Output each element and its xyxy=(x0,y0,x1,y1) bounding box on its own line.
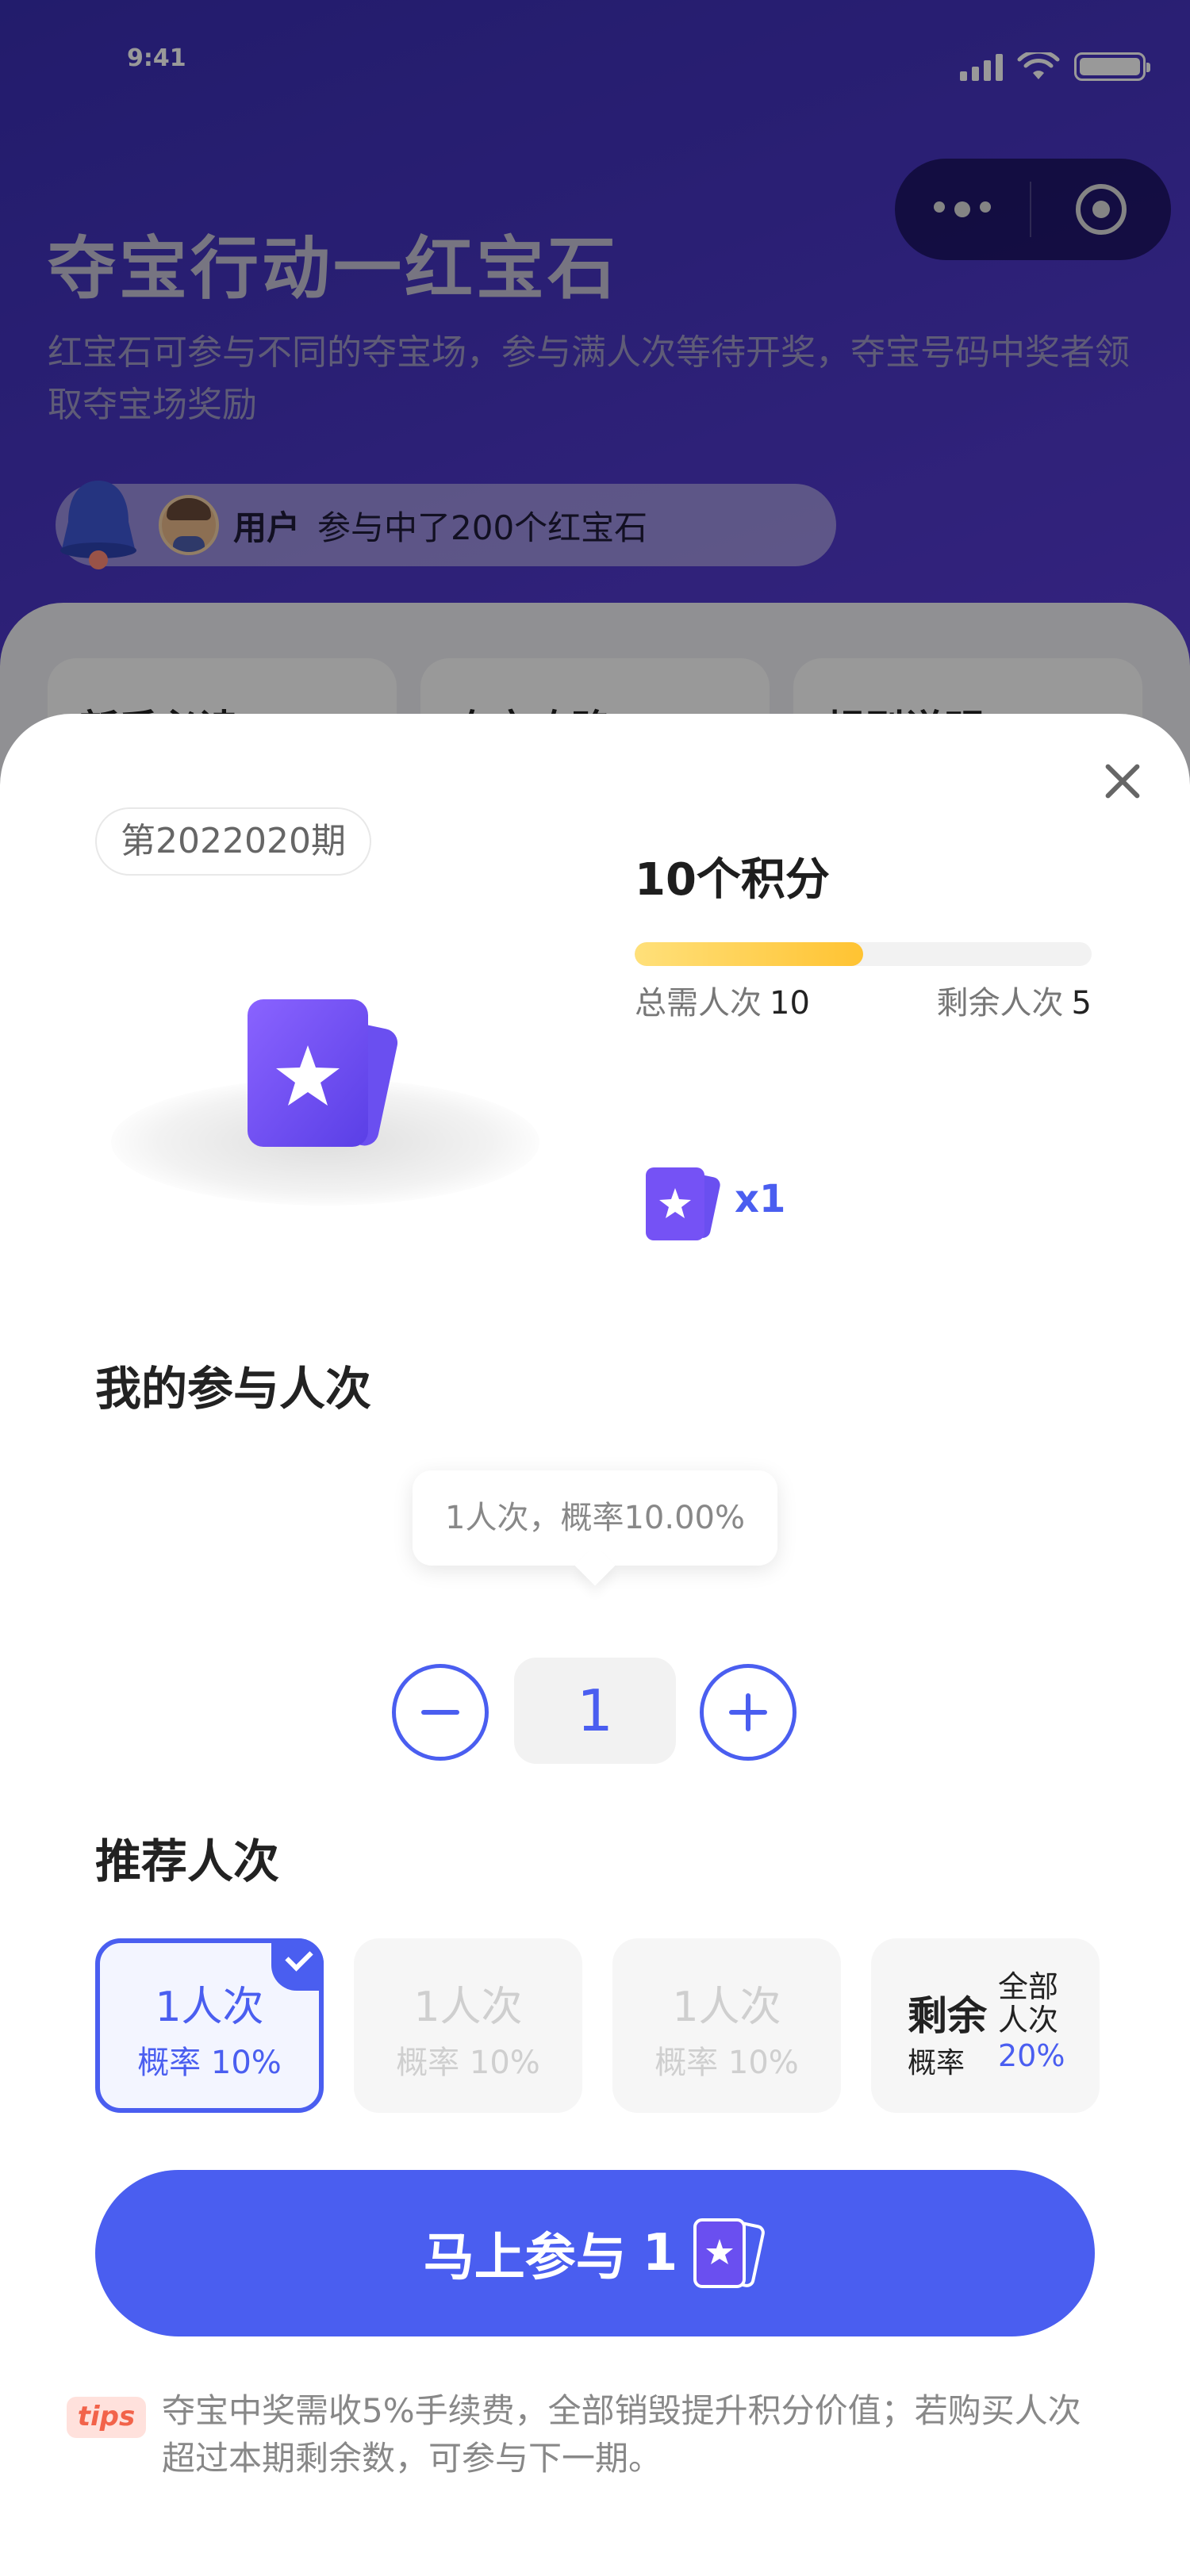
ticket-card-icon xyxy=(646,1167,720,1240)
star-card-icon xyxy=(693,2218,766,2288)
probability-tooltip: 1人次，概率10.00% xyxy=(413,1470,777,1566)
star-card-icon xyxy=(248,999,398,1147)
recommend-option-2[interactable]: 1人次 概率 10% xyxy=(354,1938,582,2113)
check-icon xyxy=(271,1938,324,1991)
total-count: 总需人次 10 xyxy=(635,985,810,1022)
decrement-button[interactable] xyxy=(392,1664,489,1761)
participation-progress xyxy=(635,942,1092,966)
close-icon[interactable] xyxy=(1103,761,1142,801)
recommend-option-1[interactable]: 1人次 概率 10% xyxy=(95,1938,324,2113)
join-count-title: 我的参与人次 xyxy=(95,1362,372,1416)
recommend-option-remaining[interactable]: 剩余 概率 全部人次 20% xyxy=(871,1938,1100,2113)
increment-button[interactable] xyxy=(700,1664,797,1761)
quantity-stepper[interactable]: 1 xyxy=(514,1658,676,1764)
recommend-option-3[interactable]: 1人次 概率 10% xyxy=(612,1938,841,2113)
ticket-multiplier: x1 xyxy=(735,1177,786,1221)
tips-text: 夺宝中奖需收5%手续费，全部销毁提升积分价值；若购买人次超过本期剩余数，可参与下… xyxy=(162,2391,1081,2478)
tips-badge: tips xyxy=(67,2397,146,2438)
prize-name: 10个积分 xyxy=(635,854,830,906)
remaining-count: 剩余人次 5 xyxy=(936,985,1092,1022)
period-badge: 第2022020期 xyxy=(95,807,371,876)
recommend-title: 推荐人次 xyxy=(95,1834,280,1888)
join-now-button[interactable]: 马上参与 1 xyxy=(95,2170,1095,2336)
